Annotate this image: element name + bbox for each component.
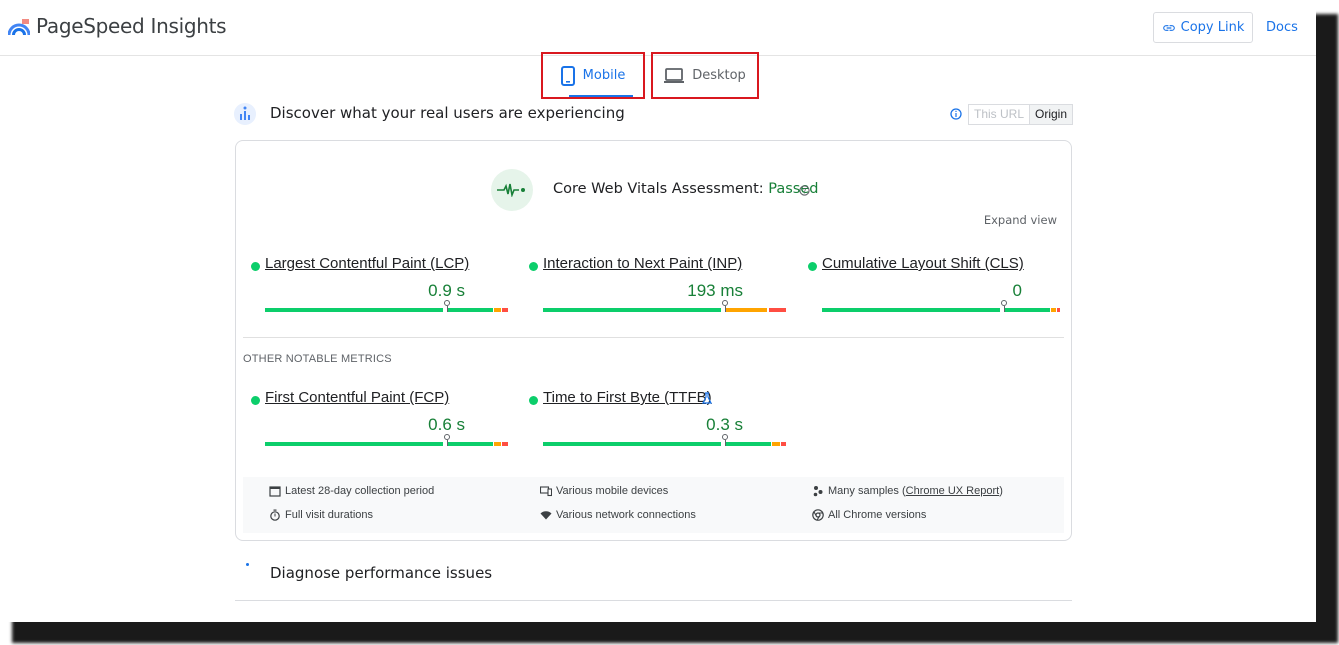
metric-ttfb-value: 0.3 s [706, 415, 743, 434]
metric-lcp: Largest Contentful Paint (LCP) 0.9 s [251, 255, 509, 315]
visit-durations-text: Full visit durations [285, 509, 374, 521]
vitals-badge [491, 169, 533, 211]
crux-heading: Discover what your real users are experi… [270, 104, 625, 122]
metric-fcp-marker [444, 434, 450, 446]
metric-ttfb: Time to First Byte (TTFB) 0.3 s [529, 389, 787, 449]
metric-ttfb-marker [722, 434, 728, 446]
link-icon [1162, 24, 1175, 31]
metric-cls-distribution [822, 308, 1065, 312]
collection-info-footer: Latest 28-day collection period Full vis… [243, 477, 1064, 533]
metric-ttfb-distribution [543, 442, 786, 446]
metric-fcp-value: 0.6 s [428, 415, 465, 434]
url-origin-toggle: This URL Origin [968, 104, 1074, 125]
field-data-card: Core Web Vitals Assessment: Passed ? Exp… [235, 140, 1072, 541]
samples-text: Many samples (Chrome UX Report) [828, 485, 1003, 497]
metric-cls: Cumulative Layout Shift (CLS) 0 [808, 255, 1066, 315]
metric-inp-distribution [543, 308, 786, 312]
status-good-dot [808, 262, 817, 271]
metric-inp-name[interactable]: Interaction to Next Paint (INP) [543, 255, 742, 272]
metric-fcp-distribution [265, 442, 508, 446]
chrome-ux-report-link[interactable]: Chrome UX Report [906, 485, 1000, 497]
section-divider [243, 337, 1064, 338]
section-rule [235, 600, 1072, 601]
tab-mobile[interactable]: Mobile [541, 52, 645, 99]
cwv-status: Passed [768, 181, 819, 197]
cwv-assessment-label: Core Web Vitals Assessment: [553, 181, 769, 197]
this-url-button[interactable]: This URL [969, 105, 1031, 124]
devices-text: Various mobile devices [556, 485, 669, 497]
metric-ttfb-name[interactable]: Time to First Byte (TTFB) [543, 389, 712, 406]
top-bar: PageSpeed Insights Copy Link Docs [0, 0, 1316, 56]
copy-link-label: Copy Link [1180, 20, 1245, 35]
metric-inp-value: 193 ms [687, 281, 743, 300]
other-metrics-label: OTHER NOTABLE METRICS [243, 353, 392, 365]
page: PageSpeed Insights Copy Link Docs Mobile… [0, 0, 1316, 622]
metric-lcp-name[interactable]: Largest Contentful Paint (LCP) [265, 255, 469, 272]
visit-durations-item: Full visit durations [269, 509, 373, 521]
collection-period-text: Latest 28-day collection period [285, 485, 435, 497]
samples-icon [813, 486, 823, 497]
wifi-icon [540, 511, 552, 520]
metric-cls-value: 0 [1012, 281, 1022, 300]
network-item: Various network connections [540, 509, 696, 521]
samples-item: Many samples (Chrome UX Report) [812, 485, 1003, 497]
help-icon[interactable]: ? [799, 185, 810, 196]
metric-lcp-marker [444, 300, 450, 312]
stopwatch-icon [270, 509, 280, 521]
pulse-icon [497, 183, 525, 197]
pagespeed-logo-icon[interactable] [8, 16, 30, 38]
metric-lcp-distribution [265, 308, 508, 312]
devices-icon [540, 486, 552, 497]
metric-fcp-name[interactable]: First Contentful Paint (FCP) [265, 389, 449, 406]
status-good-dot [529, 396, 538, 405]
status-good-dot [251, 396, 260, 405]
tab-mobile-label: Mobile [582, 68, 626, 83]
metric-inp: Interaction to Next Paint (INP) 193 ms [529, 255, 787, 315]
brand-title[interactable]: PageSpeed Insights [36, 14, 227, 38]
samples-suffix: ) [999, 485, 1003, 497]
network-text: Various network connections [556, 509, 696, 521]
status-good-dot [251, 262, 260, 271]
docs-link[interactable]: Docs [1266, 20, 1298, 35]
status-good-dot [529, 262, 538, 271]
tab-selected-indicator [569, 95, 633, 97]
metric-lcp-value: 0.9 s [428, 281, 465, 300]
calendar-icon [269, 486, 281, 497]
devices-item: Various mobile devices [540, 485, 668, 497]
chrome-icon [812, 509, 824, 521]
cwv-assessment: Core Web Vitals Assessment: Passed [553, 181, 818, 197]
collection-period-item: Latest 28-day collection period [269, 485, 434, 497]
tab-desktop[interactable]: Desktop [651, 52, 759, 99]
svg-text:?: ? [803, 186, 807, 195]
diagnose-icon [246, 563, 249, 566]
experimental-flask-icon[interactable] [701, 392, 713, 404]
metric-cls-marker [1001, 300, 1007, 312]
chrome-versions-item: All Chrome versions [812, 509, 926, 521]
samples-prefix: Many samples ( [828, 485, 906, 497]
copy-link-button[interactable]: Copy Link [1153, 12, 1253, 43]
diagnose-heading: Diagnose performance issues [270, 564, 493, 582]
phone-icon [560, 65, 575, 86]
info-icon[interactable] [950, 108, 962, 120]
metric-fcp: First Contentful Paint (FCP) 0.6 s [251, 389, 509, 449]
laptop-icon [664, 67, 685, 83]
expand-view-toggle[interactable]: Expand view [984, 213, 1057, 227]
tab-desktop-label: Desktop [692, 68, 746, 83]
users-experience-icon [234, 103, 256, 125]
chrome-versions-text: All Chrome versions [828, 509, 927, 521]
metric-inp-marker [722, 300, 728, 312]
origin-button[interactable]: Origin [1030, 105, 1073, 124]
metric-cls-name[interactable]: Cumulative Layout Shift (CLS) [822, 255, 1024, 272]
